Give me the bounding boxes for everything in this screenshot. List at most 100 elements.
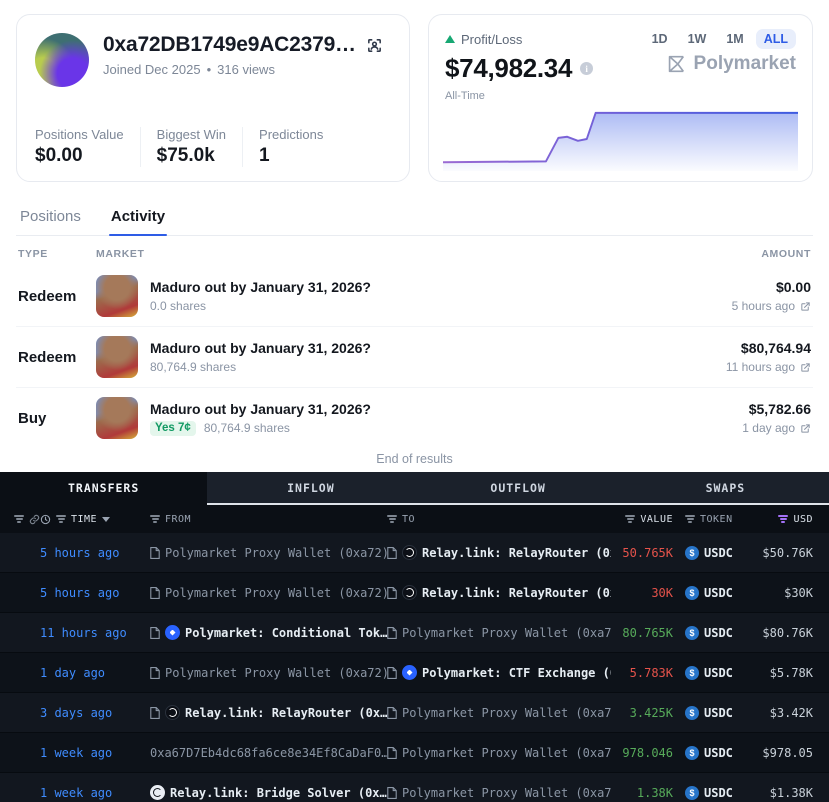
filter-icon[interactable]: [625, 515, 636, 523]
usd-value: $978.05: [762, 745, 813, 760]
col-type: TYPE: [18, 248, 48, 260]
to-address[interactable]: Polymarket: CTF Exchange (0…: [387, 665, 611, 680]
external-link-icon[interactable]: [800, 362, 811, 373]
profile-scan-icon[interactable]: [366, 37, 383, 54]
timeframe-1d[interactable]: 1D: [644, 29, 676, 49]
from-address[interactable]: Relay.link: Bridge Solver (0x…: [150, 785, 387, 800]
to-address[interactable]: Polymarket Proxy Wallet (0xa72): [387, 626, 611, 640]
profile-stats: Positions Value $0.00 Biggest Win $75.0k…: [35, 127, 391, 167]
from-address[interactable]: Polymarket Proxy Wallet (0xa72): [150, 666, 387, 680]
from-address[interactable]: Polymarket Proxy Wallet (0xa72): [150, 586, 387, 600]
link-icon[interactable]: [29, 514, 40, 525]
transfer-time-link[interactable]: 1 day ago: [40, 666, 150, 680]
transfer-row[interactable]: 1 week ago 0xa67D7Eb4dc68fa6ce8e34Ef8CaD…: [0, 733, 829, 773]
transfer-row[interactable]: 1 week ago Relay.link: Bridge Solver (0x…: [0, 773, 829, 802]
market-title[interactable]: Maduro out by January 31, 2026?: [150, 279, 371, 295]
transfer-time-link[interactable]: 3 days ago: [40, 706, 150, 720]
usd-value: $30K: [784, 585, 813, 600]
filter-icon[interactable]: [14, 515, 24, 523]
from-address[interactable]: Relay.link: RelayRouter (0x…: [150, 705, 387, 720]
document-icon[interactable]: [387, 546, 397, 559]
profile-address: 0xa72DB1749e9AC2379…: [103, 33, 356, 56]
transfer-row[interactable]: 3 days ago Relay.link: RelayRouter (0x… …: [0, 693, 829, 733]
document-icon[interactable]: [150, 706, 160, 719]
activity-row[interactable]: Buy Maduro out by January 31, 2026? Yes …: [16, 388, 813, 448]
address-logo-icon: [165, 705, 180, 720]
header-from[interactable]: FROM: [150, 514, 387, 525]
activity-row[interactable]: Redeem Maduro out by January 31, 2026? 0…: [16, 266, 813, 327]
filter-icon[interactable]: [685, 515, 695, 523]
header-value[interactable]: VALUE: [611, 514, 673, 525]
from-address[interactable]: Polymarket: Conditional Tok…: [150, 625, 387, 640]
info-icon[interactable]: i: [580, 62, 594, 75]
external-link-icon[interactable]: [800, 301, 811, 312]
filter-icon[interactable]: [56, 515, 66, 523]
market-thumbnail: [96, 397, 138, 439]
document-icon[interactable]: [387, 746, 397, 759]
timeframe-1m[interactable]: 1M: [718, 29, 751, 49]
tab-activity[interactable]: Activity: [108, 200, 168, 236]
address-logo-icon: [165, 625, 180, 640]
from-address[interactable]: 0xa67D7Eb4dc68fa6ce8e34Ef8CaDaF0…: [150, 746, 387, 760]
timeframe-1w[interactable]: 1W: [680, 29, 715, 49]
to-address[interactable]: Polymarket Proxy Wallet (0xa72): [387, 746, 611, 760]
transfer-value: 5.783K: [629, 665, 673, 680]
amount-value: $5,782.66: [748, 401, 811, 417]
usdc-icon: $: [685, 665, 699, 680]
address-logo-icon: [402, 665, 417, 680]
to-address[interactable]: Relay.link: RelayRouter (0x…: [387, 585, 611, 600]
transfers-section: TRANSFERS INFLOW OUTFLOW SWAPS TIME FROM TO: [0, 472, 829, 802]
header-time[interactable]: TIME: [40, 514, 150, 525]
transfers-tab-swaps[interactable]: SWAPS: [621, 472, 829, 505]
transfer-value: 1.38K: [636, 785, 673, 800]
transfers-tab-outflow[interactable]: OUTFLOW: [414, 472, 622, 505]
document-icon[interactable]: [150, 666, 160, 679]
document-icon[interactable]: [387, 706, 397, 719]
activity-type: Redeem: [18, 348, 77, 366]
polymarket-logo-icon: [668, 55, 684, 73]
to-address[interactable]: Relay.link: RelayRouter (0x…: [387, 545, 611, 560]
transfer-time-link[interactable]: 11 hours ago: [40, 626, 150, 640]
document-icon[interactable]: [387, 666, 397, 679]
transfer-row[interactable]: 5 hours ago Polymarket Proxy Wallet (0xa…: [0, 573, 829, 613]
transfer-row[interactable]: 5 hours ago Polymarket Proxy Wallet (0xa…: [0, 533, 829, 573]
header-filter-link[interactable]: [14, 514, 40, 525]
document-icon[interactable]: [150, 626, 160, 639]
document-icon[interactable]: [387, 786, 397, 799]
document-icon[interactable]: [387, 626, 397, 639]
meta-separator: •: [206, 62, 212, 77]
transfer-time-link[interactable]: 1 week ago: [40, 746, 150, 760]
stat-predictions: Predictions 1: [242, 127, 339, 167]
tab-positions[interactable]: Positions: [18, 200, 83, 235]
external-link-icon[interactable]: [800, 423, 811, 434]
document-icon[interactable]: [387, 586, 397, 599]
document-icon[interactable]: [150, 586, 160, 599]
filter-icon-active[interactable]: [778, 515, 789, 523]
transfer-value: 80.765K: [622, 625, 673, 640]
market-title[interactable]: Maduro out by January 31, 2026?: [150, 401, 371, 417]
to-address[interactable]: Polymarket Proxy Wallet (0xa72): [387, 706, 611, 720]
to-address[interactable]: Polymarket Proxy Wallet (0xa72): [387, 786, 611, 800]
market-title[interactable]: Maduro out by January 31, 2026?: [150, 340, 371, 356]
usdc-icon: $: [685, 585, 699, 600]
transfer-time-link[interactable]: 5 hours ago: [40, 586, 150, 600]
chevron-down-icon[interactable]: [102, 516, 111, 522]
filter-icon[interactable]: [150, 515, 160, 523]
transfer-time-link[interactable]: 5 hours ago: [40, 546, 150, 560]
timeframe-all[interactable]: ALL: [755, 29, 796, 49]
header-to[interactable]: TO: [387, 514, 611, 525]
token-cell: $ USDC: [673, 785, 747, 800]
filter-icon[interactable]: [387, 515, 397, 523]
transfer-row[interactable]: 1 day ago Polymarket Proxy Wallet (0xa72…: [0, 653, 829, 693]
transfer-row[interactable]: 11 hours ago Polymarket: Conditional Tok…: [0, 613, 829, 653]
header-usd[interactable]: USD: [747, 514, 813, 525]
transfers-tab-transfers[interactable]: TRANSFERS: [0, 472, 208, 505]
transfers-tab-inflow[interactable]: INFLOW: [207, 472, 415, 505]
header-token[interactable]: TOKEN: [673, 514, 747, 525]
transfer-time-link[interactable]: 1 week ago: [40, 786, 150, 800]
transfers-list: 5 hours ago Polymarket Proxy Wallet (0xa…: [0, 533, 829, 802]
activity-row[interactable]: Redeem Maduro out by January 31, 2026? 8…: [16, 327, 813, 388]
token-cell: $ USDC: [673, 745, 747, 760]
from-address[interactable]: Polymarket Proxy Wallet (0xa72): [150, 546, 387, 560]
document-icon[interactable]: [150, 546, 160, 559]
